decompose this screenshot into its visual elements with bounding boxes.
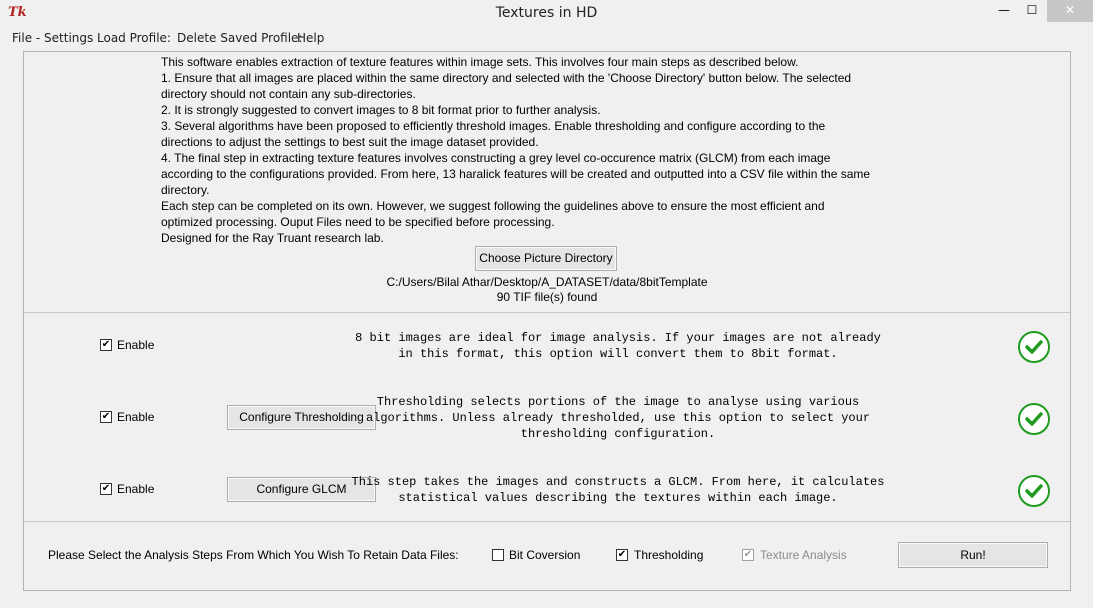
run-button[interactable]: Run!	[898, 542, 1048, 568]
minimize-button[interactable]: —	[990, 0, 1018, 22]
retain-thresholding-label: Thresholding	[634, 548, 704, 562]
description-line: This step takes the images and construct…	[351, 475, 885, 489]
description-line: Thresholding selects portions of the ima…	[376, 395, 860, 409]
divider	[24, 312, 1070, 313]
threshold-enable-label: Enable	[117, 410, 155, 424]
threshold-enable-checkbox[interactable]: ✔	[100, 411, 112, 423]
convert-description: 8 bit images are ideal for image analysi…	[318, 330, 918, 362]
intro-line: 1. Ensure that all images are placed wit…	[161, 71, 852, 85]
maximize-button[interactable]: ☐	[1018, 0, 1046, 22]
glcm-enable-label: Enable	[117, 482, 155, 496]
glcm-description: This step takes the images and construct…	[318, 474, 918, 506]
intro-line: 3. Several algorithms have been proposed…	[161, 119, 826, 133]
intro-line: optimized processing. Ouput Files need t…	[161, 215, 555, 229]
description-line: thresholding configuration.	[520, 427, 716, 441]
intro-line: Each step can be completed on its own. H…	[161, 199, 825, 213]
menu-delete-saved-profile[interactable]: Delete Saved Profile:	[177, 31, 302, 45]
retain-bit-conversion-label: Bit Coversion	[509, 548, 581, 562]
threshold-status-check-icon	[1018, 403, 1050, 435]
file-count: 90 TIF file(s) found	[496, 290, 598, 304]
intro-line: 2. It is strongly suggested to convert i…	[161, 103, 601, 117]
retain-texture-analysis-checkbox: ✔	[742, 549, 754, 561]
retain-thresholding-checkbox[interactable]: ✔	[616, 549, 628, 561]
retain-bit-conversion-checkbox[interactable]	[492, 549, 504, 561]
convert-status-check-icon	[1018, 331, 1050, 363]
menu-bar: File - Settings Load Profile: Delete Sav…	[0, 28, 1093, 50]
retain-texture-analysis-label: Texture Analysis	[760, 548, 847, 562]
title-bar: Tk Textures in HD — ☐ ✕	[0, 0, 1093, 28]
intro-text: This software enables extraction of text…	[161, 54, 961, 246]
convert-enable-checkbox[interactable]: ✔	[100, 339, 112, 351]
description-line: algorithms. Unless already thresholded, …	[365, 411, 871, 425]
menu-help[interactable]: Help	[297, 31, 324, 45]
threshold-description: Thresholding selects portions of the ima…	[318, 394, 918, 442]
window-title: Textures in HD	[495, 5, 598, 21]
main-panel: This software enables extraction of text…	[23, 51, 1071, 591]
description-line: 8 bit images are ideal for image analysi…	[355, 331, 881, 345]
glcm-status-check-icon	[1018, 475, 1050, 507]
close-button[interactable]: ✕	[1047, 0, 1093, 22]
intro-line: Designed for the Ray Truant research lab…	[161, 231, 384, 245]
description-line: in this format, this option will convert…	[398, 347, 838, 361]
menu-file-settings[interactable]: File - Settings	[12, 31, 93, 45]
description-line: statistical values describing the textur…	[398, 491, 838, 505]
choose-directory-button[interactable]: Choose Picture Directory	[475, 246, 617, 271]
intro-line: 4. The final step in extracting texture …	[161, 151, 831, 165]
convert-enable-label: Enable	[117, 338, 155, 352]
menu-load-profile[interactable]: Load Profile:	[97, 31, 171, 45]
intro-line: This software enables extraction of text…	[161, 55, 799, 69]
intro-line: directory should not contain any sub-dir…	[161, 87, 416, 101]
glcm-enable-checkbox[interactable]: ✔	[100, 483, 112, 495]
directory-path: C:/Users/Bilal Athar/Desktop/A_DATASET/d…	[386, 275, 708, 289]
intro-line: directions to adjust the settings to bes…	[161, 135, 539, 149]
intro-line: according to the configurations provided…	[161, 167, 871, 181]
intro-line: directory.	[161, 183, 210, 197]
retain-label: Please Select the Analysis Steps From Wh…	[48, 548, 459, 562]
divider	[24, 521, 1070, 522]
